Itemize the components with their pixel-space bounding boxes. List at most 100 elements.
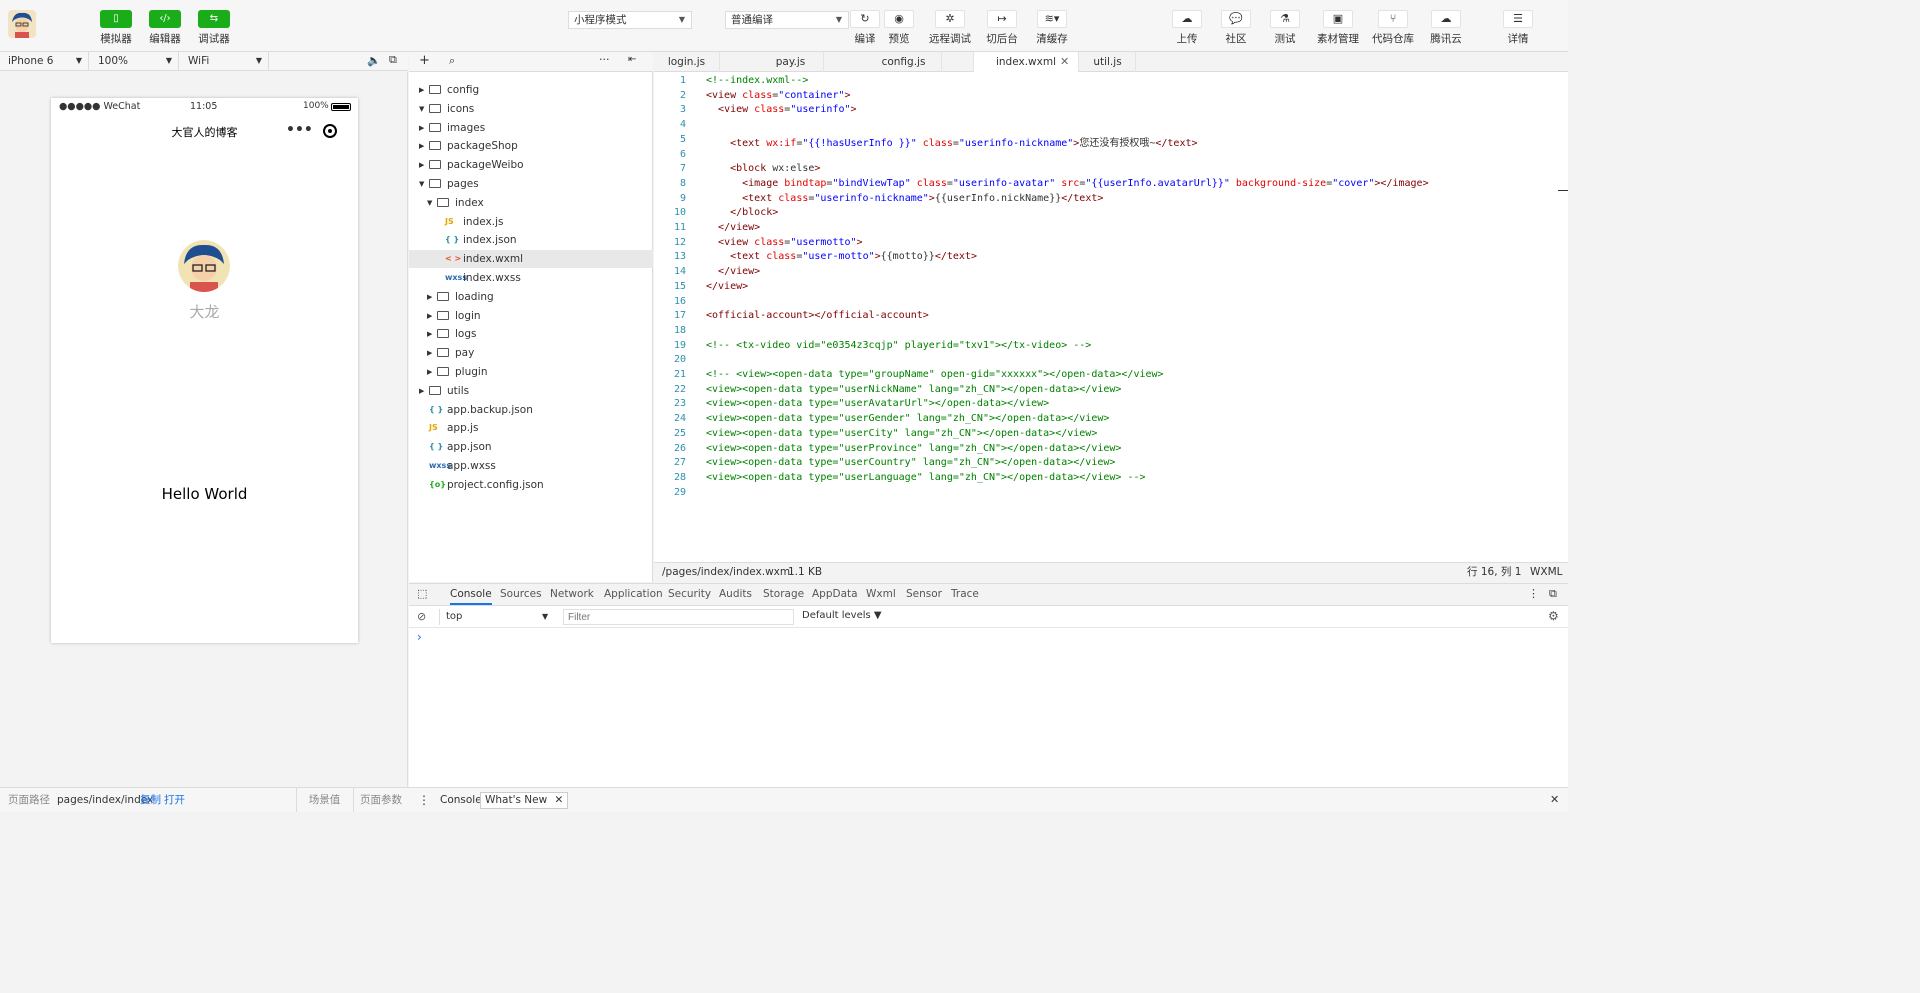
- dock-icon[interactable]: ⧉: [1549, 587, 1557, 601]
- tree-folder[interactable]: ▶ loading: [409, 288, 653, 306]
- open-path-link[interactable]: 打开: [164, 788, 185, 812]
- more-vertical-icon[interactable]: ⋮: [1528, 587, 1539, 600]
- drawer-tab-console[interactable]: Console: [440, 788, 482, 812]
- add-file-icon[interactable]: +: [419, 53, 430, 68]
- console-prompt[interactable]: ›: [417, 630, 422, 644]
- chevron-right-icon[interactable]: ▶: [419, 137, 424, 155]
- user-avatar-image[interactable]: [178, 240, 230, 292]
- network-select[interactable]: WiFi ▼: [180, 52, 269, 71]
- tab-index-wxml[interactable]: index.wxml ✕: [973, 52, 1079, 73]
- chevron-right-icon[interactable]: ▶: [427, 307, 432, 325]
- debugger-tab-appdata[interactable]: AppData: [812, 584, 858, 605]
- tab-login-js[interactable]: login.js: [654, 52, 720, 72]
- tree-file[interactable]: JS app.js: [409, 419, 653, 437]
- page-params-button[interactable]: 页面参数: [353, 788, 408, 812]
- background-switch-button[interactable]: ↦ 切后台: [984, 6, 1020, 46]
- user-avatar[interactable]: [8, 10, 36, 38]
- tree-folder[interactable]: ▶ plugin: [409, 363, 653, 381]
- tree-file[interactable]: {o} project.config.json: [409, 476, 653, 494]
- debugger-tab-storage[interactable]: Storage: [763, 584, 804, 605]
- chevron-right-icon[interactable]: ▶: [419, 382, 424, 400]
- chevron-right-icon[interactable]: ▶: [419, 156, 424, 174]
- close-capsule-icon[interactable]: [323, 124, 337, 138]
- chevron-right-icon[interactable]: ▶: [427, 363, 432, 381]
- tree-file[interactable]: wxss app.wxss: [409, 457, 653, 475]
- chevron-right-icon[interactable]: ▶: [419, 119, 424, 137]
- simulator-toggle-button[interactable]: ▯ 模拟器: [90, 6, 142, 46]
- remote-debug-button[interactable]: ✲ 远程调试: [926, 6, 974, 46]
- test-button[interactable]: ⚗ 测试: [1270, 6, 1300, 46]
- chevron-down-icon[interactable]: ▼: [419, 175, 424, 193]
- tree-folder[interactable]: ▶ logs: [409, 325, 653, 343]
- tree-folder[interactable]: ▶ pay: [409, 344, 653, 362]
- tree-folder[interactable]: ▼ index: [409, 194, 653, 212]
- details-button[interactable]: ☰ 详情: [1503, 6, 1533, 46]
- drawer-tab-whats-new[interactable]: What's New ✕: [480, 792, 569, 809]
- close-drawer-icon[interactable]: ✕: [1550, 788, 1559, 812]
- status-language[interactable]: WXML: [1530, 563, 1562, 582]
- context-select[interactable]: top ▼: [439, 609, 552, 625]
- clear-cache-button[interactable]: ≋▾ 清缓存: [1034, 6, 1070, 46]
- debugger-tab-network[interactable]: Network: [550, 584, 594, 605]
- material-management-button[interactable]: ▣ 素材管理: [1316, 6, 1360, 46]
- editor-toggle-button[interactable]: ‹/› 编辑器: [139, 6, 191, 46]
- compile-button[interactable]: ↻ 编译: [850, 6, 880, 46]
- detach-window-icon[interactable]: ⧉: [389, 53, 397, 67]
- speaker-icon[interactable]: 🔈: [367, 54, 381, 67]
- close-icon[interactable]: ✕: [1060, 52, 1069, 72]
- debugger-tab-wxml[interactable]: Wxml: [866, 584, 896, 605]
- debugger-tab-console[interactable]: Console: [450, 584, 492, 605]
- zoom-select[interactable]: 100% ▼: [90, 52, 179, 71]
- tab-config-js[interactable]: config.js: [866, 52, 942, 72]
- status-cursor-position[interactable]: 行 16, 列 1: [1467, 563, 1521, 582]
- more-vertical-icon[interactable]: ⋮: [418, 788, 430, 812]
- gear-icon[interactable]: ⚙: [1548, 609, 1559, 623]
- debugger-tab-security[interactable]: Security: [668, 584, 711, 605]
- copy-path-link[interactable]: 复制: [140, 788, 161, 812]
- collapse-panel-icon[interactable]: ⇤: [628, 54, 636, 65]
- tree-file[interactable]: { } app.json: [409, 438, 653, 456]
- debugger-tab-sensor[interactable]: Sensor: [906, 584, 942, 605]
- code-repo-button[interactable]: ⑂ 代码仓库: [1371, 6, 1415, 46]
- tree-folder[interactable]: ▶ packageWeibo: [409, 156, 653, 174]
- more-dots-icon[interactable]: •••: [286, 122, 313, 138]
- more-options-icon[interactable]: ···: [599, 53, 610, 66]
- tree-file[interactable]: { } app.backup.json: [409, 401, 653, 419]
- close-icon[interactable]: ✕: [555, 794, 564, 806]
- clear-console-icon[interactable]: ⊘: [417, 610, 426, 623]
- tree-folder[interactable]: ▼ pages: [409, 175, 653, 193]
- chevron-down-icon[interactable]: ▼: [419, 100, 424, 118]
- tencent-cloud-button[interactable]: ☁ 腾讯云: [1428, 6, 1464, 46]
- tree-folder[interactable]: ▶ images: [409, 119, 653, 137]
- chevron-right-icon[interactable]: ▶: [427, 344, 432, 362]
- tree-folder[interactable]: ▶ login: [409, 307, 653, 325]
- device-select[interactable]: iPhone 6 ▼: [0, 52, 89, 71]
- upload-button[interactable]: ☁ 上传: [1172, 6, 1202, 46]
- search-icon[interactable]: ⌕: [449, 54, 455, 68]
- debugger-toggle-button[interactable]: ⇆ 调试器: [188, 6, 240, 46]
- console-filter-input[interactable]: [563, 609, 794, 625]
- log-levels-select[interactable]: Default levels ▼: [802, 610, 882, 621]
- tree-file[interactable]: { } index.json: [409, 231, 653, 249]
- tree-file[interactable]: wxss index.wxss: [409, 269, 653, 287]
- compile-select[interactable]: 普通编译 ▼: [725, 11, 849, 29]
- debugger-tab-audits[interactable]: Audits: [719, 584, 752, 605]
- tree-folder[interactable]: ▶ packageShop: [409, 137, 653, 155]
- tree-file[interactable]: < > index.wxml: [409, 250, 653, 269]
- tree-folder[interactable]: ▶ utils: [409, 382, 653, 400]
- debugger-tab-trace[interactable]: Trace: [951, 584, 979, 605]
- tab-pay-js[interactable]: pay.js: [758, 52, 824, 72]
- tree-folder[interactable]: ▶ config: [409, 81, 653, 99]
- preview-button[interactable]: ◉ 预览: [884, 6, 914, 46]
- mode-select[interactable]: 小程序模式 ▼: [568, 11, 692, 29]
- debugger-tab-application[interactable]: Application: [604, 584, 663, 605]
- chevron-down-icon[interactable]: ▼: [427, 194, 432, 212]
- tree-folder[interactable]: ▼ icons: [409, 100, 653, 118]
- chevron-right-icon[interactable]: ▶: [419, 81, 424, 99]
- debugger-tab-sources[interactable]: Sources: [500, 584, 542, 605]
- inspect-element-icon[interactable]: ⬚: [417, 587, 427, 600]
- code-editor[interactable]: 1 <!--index.wxml--> 2 <view class="containe…: [654, 72, 1568, 562]
- tree-file[interactable]: JS index.js: [409, 213, 653, 231]
- chevron-right-icon[interactable]: ▶: [427, 288, 432, 306]
- chevron-right-icon[interactable]: ▶: [427, 325, 432, 343]
